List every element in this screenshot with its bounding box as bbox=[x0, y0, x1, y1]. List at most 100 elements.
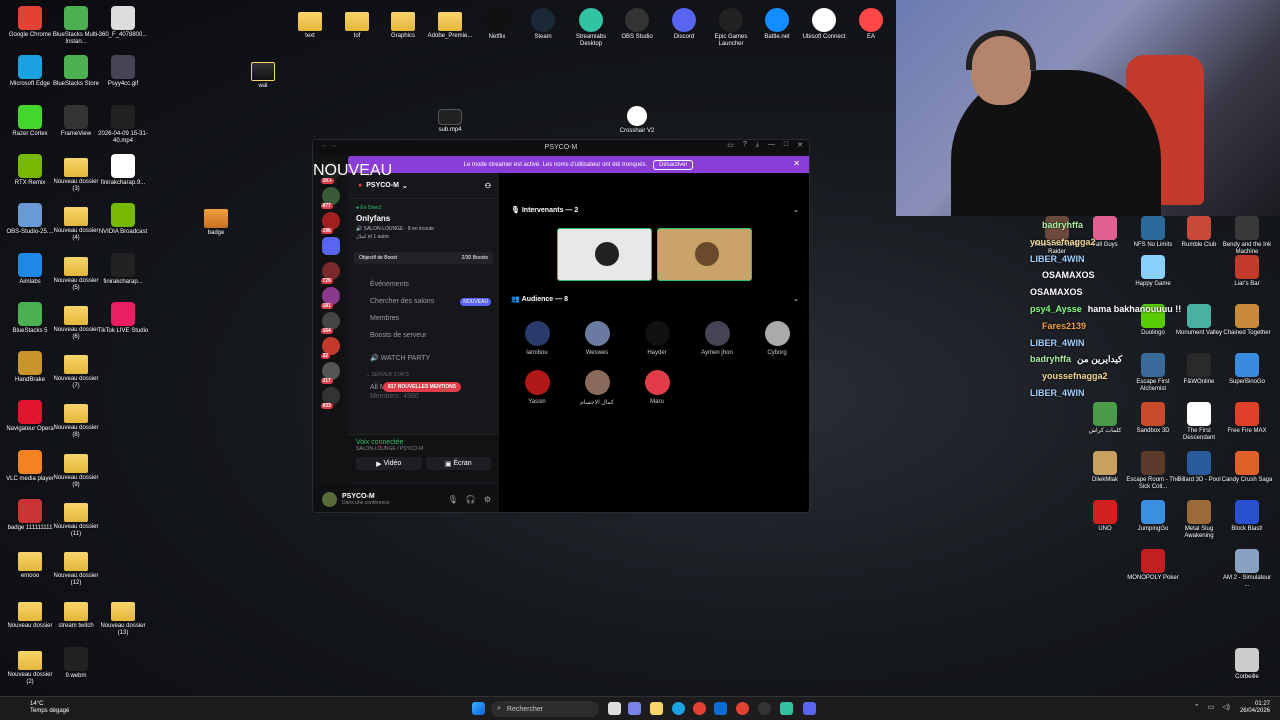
desktop-icon[interactable]: Metal Slug Awakening bbox=[1172, 500, 1226, 540]
desktop-icon[interactable]: F&WOnline bbox=[1172, 353, 1226, 386]
server-icon[interactable]: 164 bbox=[320, 312, 340, 334]
server-icon[interactable]: 877 bbox=[320, 187, 340, 209]
server-icon[interactable]: 32 bbox=[320, 337, 340, 359]
avatar[interactable] bbox=[322, 491, 337, 507]
explorer-icon[interactable] bbox=[650, 702, 663, 715]
desktop-icon[interactable]: NVIDIA Broadcast bbox=[96, 203, 150, 236]
mail-icon[interactable] bbox=[714, 702, 727, 715]
desktop-icon[interactable]: Nouveau dossier (9) bbox=[49, 450, 103, 489]
desktop-icon[interactable]: OBS Studio bbox=[610, 8, 664, 41]
desktop-icon[interactable]: Block Blast! bbox=[1220, 500, 1274, 533]
desktop-icon[interactable]: The First Descendant bbox=[1172, 402, 1226, 442]
discord-icon[interactable] bbox=[803, 702, 816, 715]
desktop-icon[interactable]: Candy Crush Saga bbox=[1220, 451, 1274, 484]
headphones-icon[interactable]: 🎧 bbox=[466, 495, 476, 504]
server-icon[interactable] bbox=[321, 237, 340, 255]
menu-members[interactable]: Membres bbox=[348, 310, 499, 327]
desktop-icon[interactable]: 2026-04-09 15-31-40.mp4 bbox=[96, 104, 150, 145]
desktop-icon-wal[interactable]: wal bbox=[236, 58, 290, 90]
desktop-icon[interactable]: AM 2 - Simulateur ... bbox=[1220, 549, 1274, 589]
audience-member[interactable]: Weswes bbox=[573, 321, 621, 356]
streamlabs-icon[interactable] bbox=[780, 702, 793, 715]
network-icon[interactable]: ▭ bbox=[1208, 703, 1215, 711]
desktop-icon[interactable]: Liar's Bar bbox=[1220, 255, 1274, 288]
speaker-tile[interactable] bbox=[557, 228, 652, 281]
screen-share-button[interactable]: ▣ Écran bbox=[425, 457, 491, 470]
desktop-icon[interactable]: TikTok LIVE Studio bbox=[96, 301, 150, 335]
chrome-icon[interactable] bbox=[736, 702, 749, 715]
desktop-icon[interactable]: Nouveau dossier (11) bbox=[49, 499, 103, 538]
server-icon[interactable]: 196 bbox=[320, 212, 340, 234]
desktop-icon[interactable]: text bbox=[283, 8, 337, 40]
desktop-icon[interactable]: finirakcharap... bbox=[96, 252, 150, 286]
desktop-icon[interactable]: FrameView bbox=[49, 104, 103, 138]
teams-icon[interactable] bbox=[628, 702, 641, 715]
desktop-icon[interactable]: Discord bbox=[657, 8, 711, 41]
audience-member[interactable]: larnibou bbox=[513, 321, 561, 356]
desktop-icon-sub[interactable]: sub.mp4 bbox=[423, 109, 477, 134]
help-icon[interactable]: ? bbox=[743, 141, 747, 149]
boost-goal[interactable]: Objectif de Boost 2/30 Boosts bbox=[354, 252, 493, 264]
desktop-icon[interactable]: Bendy and the Ink Machine bbox=[1220, 216, 1274, 256]
chevron-up-icon[interactable]: ⌃ bbox=[1194, 703, 1200, 711]
desktop-icon[interactable]: Nouveau dossier (7) bbox=[49, 351, 103, 390]
desktop-icon[interactable]: Graphics bbox=[376, 8, 430, 40]
desktop-icon[interactable]: Nouveau dossier (12) bbox=[49, 548, 103, 587]
desktop-icon[interactable]: finirakcharap.9... bbox=[96, 153, 150, 187]
desktop-icon[interactable]: Psyy4cc.gif bbox=[96, 55, 150, 88]
desktop-icon[interactable]: Free Fire MAX bbox=[1220, 402, 1274, 435]
channel-watch-party[interactable]: 🔊 WATCH PARTY bbox=[348, 354, 499, 362]
mentions-badge[interactable]: 817 NOUVELLES MENTIONS bbox=[383, 382, 462, 392]
desktop-icon[interactable]: Nouveau dossier (5) bbox=[49, 253, 103, 292]
chrome-icon[interactable] bbox=[693, 702, 706, 715]
close-icon[interactable]: ✕ bbox=[793, 159, 800, 168]
desktop-icon-badge[interactable]: badge bbox=[189, 205, 243, 237]
maximize-button[interactable]: □ bbox=[784, 141, 788, 149]
desktop-icon[interactable]: stream twitch bbox=[49, 598, 103, 630]
category-server-stats[interactable]: ⌄ SERVER STATS bbox=[348, 372, 499, 378]
server-icon[interactable]: 317 bbox=[320, 362, 340, 384]
download-icon[interactable]: ⤓ bbox=[756, 141, 759, 149]
desktop-icon[interactable]: كلمات كراش bbox=[1078, 402, 1132, 435]
desktop-icon[interactable]: MONOPOLY Poker bbox=[1126, 549, 1180, 582]
desktop-icon[interactable]: Billard 3D - Pool bbox=[1172, 451, 1226, 484]
inbox-icon[interactable]: ▭ bbox=[727, 141, 734, 149]
desktop-icon[interactable]: UNO bbox=[1078, 500, 1132, 533]
audience-member[interactable]: Yassin bbox=[513, 370, 561, 405]
add-friend-icon[interactable]: ⚇ bbox=[485, 182, 491, 190]
desktop-icon[interactable]: EA bbox=[844, 8, 898, 41]
menu-browse-channels[interactable]: Chercher des salons NOUVEAU bbox=[348, 293, 499, 310]
start-icon[interactable] bbox=[472, 702, 485, 715]
desktop-icon[interactable]: 360_F_4078800... bbox=[96, 6, 150, 39]
server-icon[interactable]: 181 bbox=[320, 287, 340, 309]
desktop-icon[interactable]: BlueStacks Multi-Instan... bbox=[49, 6, 103, 46]
menu-events[interactable]: Événements bbox=[348, 276, 499, 293]
audience-member[interactable]: Aymen jhon bbox=[693, 321, 741, 356]
gear-icon[interactable]: ⚙ bbox=[484, 495, 491, 504]
server-icon[interactable]: 833 bbox=[320, 387, 340, 409]
desktop-icon[interactable]: Ubisoft Connect bbox=[797, 8, 851, 41]
nav-arrows-icon[interactable]: ← → bbox=[321, 142, 337, 149]
desktop-icon[interactable]: Nouveau dossier (13) bbox=[96, 598, 150, 637]
taskview-icon[interactable] bbox=[608, 702, 621, 715]
desktop-icon[interactable]: Battle.net bbox=[750, 8, 804, 41]
audience-member[interactable]: كمال الاجسام bbox=[573, 370, 621, 406]
desktop-icon[interactable]: Steam bbox=[516, 8, 570, 41]
audience-member[interactable]: Hayder bbox=[633, 321, 681, 356]
desktop-icon[interactable]: Nouveau dossier (8) bbox=[49, 400, 103, 439]
desktop-icon-crosshair[interactable]: Crosshair V2 bbox=[610, 106, 664, 135]
deactivate-button[interactable]: Désactiver bbox=[653, 159, 694, 170]
audience-member[interactable]: Maru bbox=[633, 370, 681, 405]
desktop-icon[interactable]: 9.webm bbox=[49, 646, 103, 680]
desktop-icon[interactable]: Corbeille bbox=[1220, 648, 1274, 681]
desktop-icon[interactable]: Rumble Club bbox=[1172, 216, 1226, 249]
obs-icon[interactable] bbox=[758, 702, 771, 715]
desktop-icon[interactable]: Adobe_Premie... bbox=[423, 8, 477, 40]
edge-icon[interactable] bbox=[672, 702, 685, 715]
desktop-icon[interactable]: DilekMlak bbox=[1078, 451, 1132, 484]
desktop-icon[interactable]: Chained Together bbox=[1220, 304, 1274, 337]
speaker-tile[interactable] bbox=[657, 228, 752, 281]
desktop-icon[interactable]: Nouveau dossier (6) bbox=[49, 302, 103, 341]
close-button[interactable]: ✕ bbox=[797, 141, 803, 149]
minimize-button[interactable]: — bbox=[768, 141, 775, 149]
